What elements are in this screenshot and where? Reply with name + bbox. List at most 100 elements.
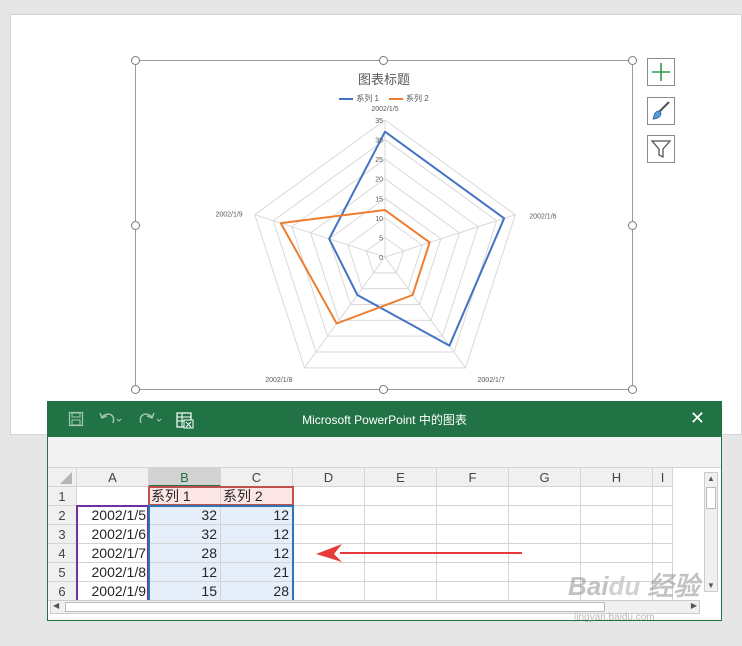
cell-a3[interactable]: 2002/1/6 (77, 525, 149, 544)
empty-cell[interactable] (653, 487, 673, 506)
row-header[interactable]: 2 (48, 506, 77, 525)
cell-b1[interactable]: 系列 1 (149, 487, 221, 506)
resize-handle-b[interactable] (379, 385, 388, 394)
scroll-down-icon[interactable]: ▼ (707, 581, 715, 590)
empty-cell[interactable] (437, 506, 509, 525)
row-header[interactable]: 3 (48, 525, 77, 544)
select-all-corner[interactable] (48, 468, 77, 487)
empty-cell[interactable] (365, 506, 437, 525)
empty-cell[interactable] (581, 525, 653, 544)
scroll-left-icon[interactable]: ◀ (53, 601, 59, 610)
radar-series-line-1[interactable] (328, 130, 506, 347)
empty-cell[interactable] (293, 582, 365, 601)
empty-cell[interactable] (653, 525, 673, 544)
column-header-c[interactable]: C (221, 468, 293, 487)
resize-handle-r[interactable] (628, 221, 637, 230)
empty-cell[interactable] (581, 487, 653, 506)
empty-cell[interactable] (437, 563, 509, 582)
resize-handle-l[interactable] (131, 221, 140, 230)
cell-a2[interactable]: 2002/1/5 (77, 506, 149, 525)
chart-styles-button[interactable] (647, 97, 675, 125)
column-header-d[interactable]: D (293, 468, 365, 487)
excel-window-title: Microsoft PowerPoint 中的图表 (302, 413, 467, 427)
scroll-thumb[interactable] (65, 602, 605, 612)
plus-icon (652, 63, 670, 81)
radar-tick-label: 15 (375, 196, 383, 203)
resize-handle-t[interactable] (379, 56, 388, 65)
empty-cell[interactable] (509, 487, 581, 506)
resize-handle-bl[interactable] (131, 385, 140, 394)
empty-cell[interactable] (653, 506, 673, 525)
column-header-h[interactable]: H (581, 468, 653, 487)
column-header-e[interactable]: E (365, 468, 437, 487)
watermark-url: jingyan.baidu.com (574, 612, 655, 623)
chart-filters-button[interactable] (647, 135, 675, 163)
empty-cell[interactable] (365, 582, 437, 601)
empty-cell[interactable] (293, 563, 365, 582)
corner-triangle-icon (60, 472, 72, 484)
excel-titlebar[interactable]: Microsoft PowerPoint 中的图表 ✕ (48, 402, 721, 437)
cell-b4[interactable]: 28 (149, 544, 221, 563)
radar-spoke (384, 256, 466, 369)
column-header-g[interactable]: G (509, 468, 581, 487)
resize-handle-tl[interactable] (131, 56, 140, 65)
radar-tick-label: 35 (375, 118, 383, 125)
cell-a6[interactable]: 2002/1/9 (77, 582, 149, 601)
cell-c1[interactable]: 系列 2 (221, 487, 293, 506)
empty-cell[interactable] (581, 506, 653, 525)
empty-cell[interactable] (293, 487, 365, 506)
empty-cell[interactable] (365, 487, 437, 506)
red-arrow-annotation (316, 544, 522, 562)
radar-category-label: 2002/1/6 (529, 214, 556, 221)
row-header[interactable]: 5 (48, 563, 77, 582)
resize-handle-br[interactable] (628, 385, 637, 394)
empty-cell[interactable] (437, 487, 509, 506)
chart-elements-button[interactable] (647, 58, 675, 86)
cell-b2[interactable]: 32 (149, 506, 221, 525)
chart-area[interactable]: 图表标题 系列 1 系列 2 0 5 10 15 20 25 30 35 2002/1/5 200… (135, 60, 633, 390)
radar-tick-label: 20 (375, 177, 383, 184)
empty-cell[interactable] (365, 563, 437, 582)
column-header-i[interactable]: I (653, 468, 673, 487)
column-header-b[interactable]: B (149, 468, 221, 487)
filter-icon (650, 140, 672, 159)
cell-c6[interactable]: 28 (221, 582, 293, 601)
cell-c5[interactable]: 21 (221, 563, 293, 582)
radar-tick-label: 10 (375, 216, 383, 223)
scroll-up-icon[interactable]: ▲ (707, 474, 715, 483)
paintbrush-icon (652, 101, 670, 120)
row-header[interactable]: 6 (48, 582, 77, 601)
close-icon[interactable]: ✕ (690, 408, 705, 429)
radar-spoke (254, 214, 386, 258)
row-header[interactable]: 4 (48, 544, 77, 563)
cell-b3[interactable]: 32 (149, 525, 221, 544)
column-header-a[interactable]: A (77, 468, 149, 487)
cell-c3[interactable]: 12 (221, 525, 293, 544)
radar-spoke (304, 256, 386, 369)
cell-b5[interactable]: 12 (149, 563, 221, 582)
empty-cell[interactable] (653, 544, 673, 563)
radar-plot: 051015202530352002/1/52002/1/62002/1/720… (215, 106, 556, 384)
radar-category-label: 2002/1/7 (478, 377, 505, 384)
empty-cell[interactable] (293, 506, 365, 525)
empty-cell[interactable] (509, 506, 581, 525)
empty-cell[interactable] (581, 544, 653, 563)
radar-tick-label: 0 (379, 255, 383, 262)
excel-toolbar-strip (48, 437, 721, 468)
resize-handle-tr[interactable] (628, 56, 637, 65)
radar-category-label: 2002/1/5 (371, 106, 398, 113)
cell-a5[interactable]: 2002/1/8 (77, 563, 149, 582)
cell-a4[interactable]: 2002/1/7 (77, 544, 149, 563)
radar-category-label: 2002/1/9 (215, 212, 242, 219)
column-header-f[interactable]: F (437, 468, 509, 487)
vertical-scrollbar[interactable]: ▲ ▼ (704, 472, 718, 592)
radar-category-label: 2002/1/8 (265, 377, 292, 384)
cell-b6[interactable]: 15 (149, 582, 221, 601)
empty-cell[interactable] (437, 582, 509, 601)
cell-c4[interactable]: 12 (221, 544, 293, 563)
cell-c2[interactable]: 12 (221, 506, 293, 525)
row-header[interactable]: 1 (48, 487, 77, 506)
scroll-thumb[interactable] (706, 487, 716, 509)
baidu-watermark: Baidu 经验 (568, 571, 700, 601)
cell-a1[interactable] (77, 487, 149, 506)
